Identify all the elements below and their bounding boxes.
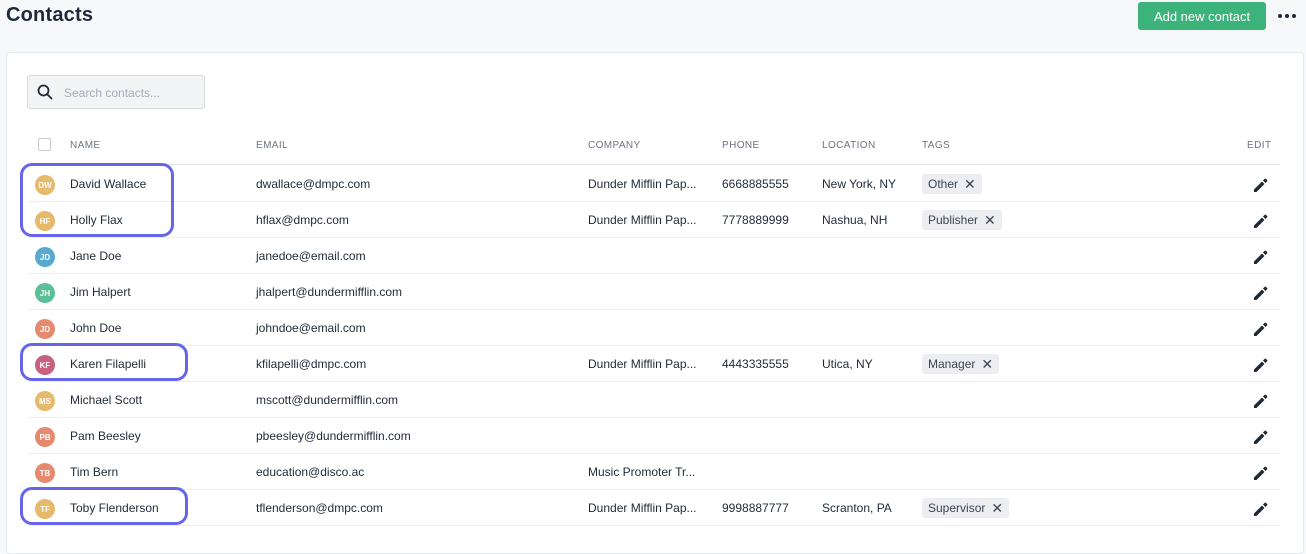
contact-email: johndoe@email.com xyxy=(256,321,366,335)
tag-label: Supervisor xyxy=(928,501,986,515)
contact-name[interactable]: Karen Filapelli xyxy=(70,357,146,371)
contact-name[interactable]: Toby Flenderson xyxy=(70,501,159,515)
pencil-icon[interactable] xyxy=(1252,356,1270,374)
contact-name[interactable]: Jim Halpert xyxy=(70,285,131,299)
remove-tag-icon[interactable]: ✕ xyxy=(964,177,976,191)
pencil-icon[interactable] xyxy=(1252,500,1270,518)
contact-email: education@disco.ac xyxy=(256,465,365,479)
contact-email: kfilapelli@dmpc.com xyxy=(256,357,367,371)
contact-name[interactable]: David Wallace xyxy=(70,177,146,191)
column-header-edit: EDIT xyxy=(1247,140,1272,151)
contact-company: Dunder Mifflin Pap... xyxy=(588,177,697,191)
remove-tag-icon[interactable]: ✕ xyxy=(984,213,996,227)
avatar: MS xyxy=(35,391,55,411)
column-header-email[interactable]: EMAIL xyxy=(256,140,288,151)
contact-name[interactable]: Pam Beesley xyxy=(70,429,141,443)
avatar: TF xyxy=(35,499,55,519)
contact-email: pbeesley@dundermifflin.com xyxy=(256,429,411,443)
contact-name[interactable]: Holly Flax xyxy=(70,213,123,227)
contact-email: hflax@dmpc.com xyxy=(256,213,349,227)
contact-location: Nashua, NH xyxy=(822,213,888,227)
contact-phone: 7778889999 xyxy=(722,213,789,227)
table-row[interactable]: JH Jim Halpert jhalpert@dundermifflin.com xyxy=(28,274,1280,310)
pencil-icon[interactable] xyxy=(1252,428,1270,446)
contact-location: Scranton, PA xyxy=(822,501,892,515)
avatar: JD xyxy=(35,247,55,267)
search-input[interactable] xyxy=(62,76,204,110)
pencil-icon[interactable] xyxy=(1252,248,1270,266)
tag-label: Manager xyxy=(928,357,976,371)
pencil-icon[interactable] xyxy=(1252,464,1270,482)
table-row[interactable]: DW David Wallace dwallace@dmpc.com Dunder M… xyxy=(28,166,1280,202)
contact-name[interactable]: Michael Scott xyxy=(70,393,142,407)
contact-email: dwallace@dmpc.com xyxy=(256,177,371,191)
table-row[interactable]: JD John Doe johndoe@email.com xyxy=(28,310,1280,346)
contact-phone: 4443335555 xyxy=(722,357,789,371)
tag-chip: Other ✕ xyxy=(922,174,982,194)
contact-email: jhalpert@dundermifflin.com xyxy=(256,285,403,299)
contact-company: Dunder Mifflin Pap... xyxy=(588,501,697,515)
pencil-icon[interactable] xyxy=(1252,212,1270,230)
column-header-name[interactable]: NAME xyxy=(70,140,101,151)
contact-company: Dunder Mifflin Pap... xyxy=(588,213,697,227)
avatar: PB xyxy=(35,427,55,447)
contact-name[interactable]: John Doe xyxy=(70,321,121,335)
avatar: JD xyxy=(35,319,55,339)
tag-label: Publisher xyxy=(928,213,979,227)
avatar: JH xyxy=(35,283,55,303)
table-row[interactable]: JD Jane Doe janedoe@email.com xyxy=(28,238,1280,274)
page-title: Contacts xyxy=(6,4,94,26)
tag-chip: Manager ✕ xyxy=(922,354,1000,374)
add-new-contact-button[interactable]: Add new contact xyxy=(1138,2,1266,30)
row-divider xyxy=(28,525,1280,526)
search-box[interactable] xyxy=(27,75,205,110)
tag-label: Other xyxy=(928,177,959,191)
contact-email: mscott@dundermifflin.com xyxy=(256,393,399,407)
avatar: TB xyxy=(35,463,55,483)
search-icon xyxy=(37,84,53,100)
contact-phone: 9998887777 xyxy=(722,501,789,515)
header-divider xyxy=(28,164,1280,165)
contact-name[interactable]: Jane Doe xyxy=(70,249,121,263)
table-row[interactable]: TF Toby Flenderson tflenderson@dmpc.com Dun… xyxy=(28,490,1280,526)
table-row[interactable]: PB Pam Beesley pbeesley@dundermifflin.com xyxy=(28,418,1280,454)
tag-chip: Supervisor ✕ xyxy=(922,498,1010,518)
table-row[interactable]: KF Karen Filapelli kfilapelli@dmpc.com Dund… xyxy=(28,346,1280,382)
contact-location: Utica, NY xyxy=(822,357,873,371)
contact-company: Dunder Mifflin Pap... xyxy=(588,357,697,371)
contact-email: janedoe@email.com xyxy=(256,249,366,263)
remove-tag-icon[interactable]: ✕ xyxy=(991,501,1003,515)
contact-name[interactable]: Tim Bern xyxy=(70,465,118,479)
contact-company: Music Promoter Tr... xyxy=(588,465,696,479)
avatar: KF xyxy=(35,355,55,375)
pencil-icon[interactable] xyxy=(1252,176,1270,194)
column-header-location[interactable]: LOCATION xyxy=(822,140,876,151)
column-header-tags: TAGS xyxy=(922,140,951,151)
table-row[interactable]: HF Holly Flax hflax@dmpc.com Dunder Mifflin… xyxy=(28,202,1280,238)
avatar: HF xyxy=(35,211,55,231)
table-row[interactable]: TB Tim Bern education@disco.ac Music Promot… xyxy=(28,454,1280,490)
select-all-checkbox[interactable] xyxy=(38,138,51,151)
column-header-company[interactable]: COMPANY xyxy=(588,140,641,151)
contact-email: tflenderson@dmpc.com xyxy=(256,501,383,515)
pencil-icon[interactable] xyxy=(1252,320,1270,338)
remove-tag-icon[interactable]: ✕ xyxy=(981,357,993,371)
ellipsis-icon[interactable] xyxy=(1276,6,1298,26)
pencil-icon[interactable] xyxy=(1252,392,1270,410)
table-row[interactable]: MS Michael Scott mscott@dundermifflin.com xyxy=(28,382,1280,418)
contact-phone: 6668885555 xyxy=(722,177,789,191)
pencil-icon[interactable] xyxy=(1252,284,1270,302)
tag-chip: Publisher ✕ xyxy=(922,210,1002,230)
avatar: DW xyxy=(35,175,55,195)
column-header-phone[interactable]: PHONE xyxy=(722,140,760,151)
contact-location: New York, NY xyxy=(822,177,897,191)
